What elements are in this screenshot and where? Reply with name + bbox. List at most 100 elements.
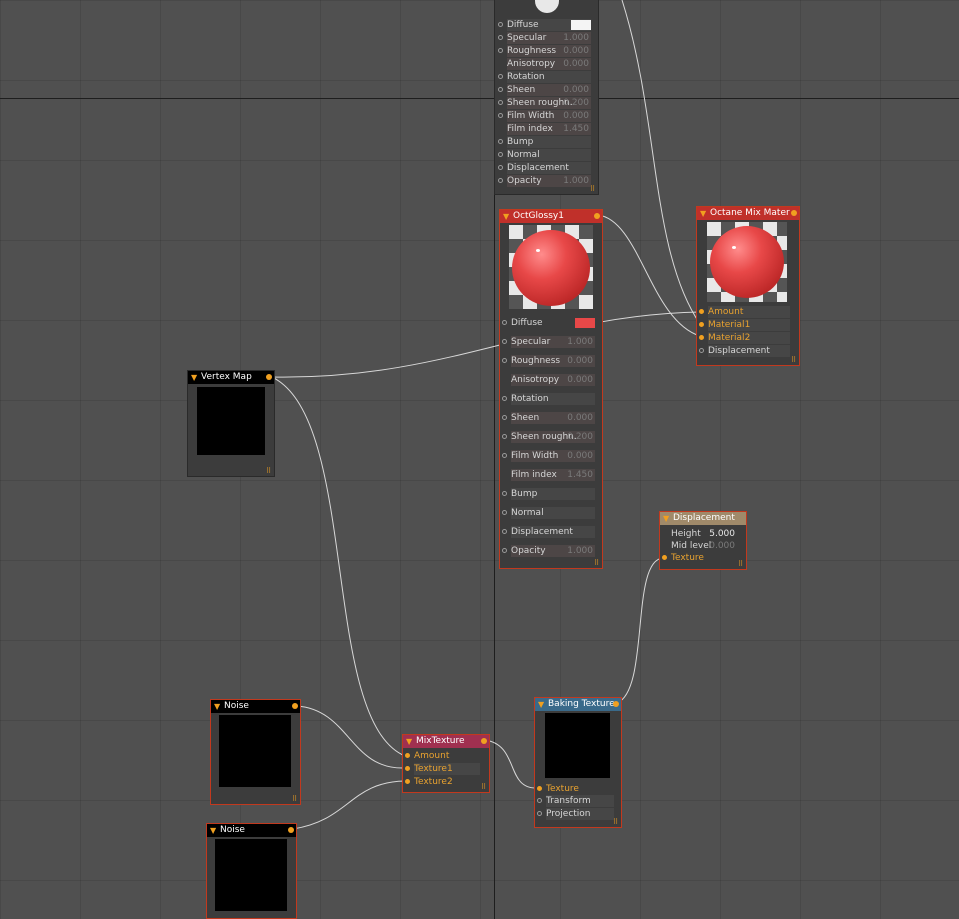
noise-node-1[interactable]: ▼ Noise ⠿ — [210, 699, 301, 805]
output-pin-icon[interactable] — [266, 374, 272, 380]
param-row[interactable]: Diffuse — [502, 317, 595, 329]
node-header[interactable]: ▼ MixTexture — [403, 735, 489, 748]
node-header[interactable]: ▼ Noise — [207, 824, 296, 837]
top-material-node[interactable]: Diffuse Specular 1.000 Roughness 0.000 A… — [494, 0, 599, 195]
mix-material-node[interactable]: ▼ Octane Mix Mater Amount Material1 Mate… — [696, 206, 800, 366]
node-header[interactable]: ▼ OctGlossy1 — [500, 210, 602, 223]
param-row[interactable]: Anisotropy 0.000 — [511, 374, 595, 386]
param-row[interactable]: Diffuse — [498, 19, 591, 31]
input-pin-icon[interactable] — [699, 322, 704, 327]
input-pin-icon[interactable] — [502, 529, 507, 534]
param-row[interactable]: Normal — [502, 507, 595, 519]
input-pin-icon[interactable] — [498, 165, 503, 170]
vertex-map-node[interactable]: ▼ Vertex Map ⠿ — [187, 370, 275, 477]
input-pin-icon[interactable] — [502, 320, 507, 325]
node-header[interactable]: ▼ Octane Mix Mater — [697, 207, 799, 220]
resize-grip-icon[interactable]: ⠿ — [481, 784, 487, 791]
resize-grip-icon[interactable]: ⠿ — [590, 186, 596, 193]
input-pin-icon[interactable] — [498, 74, 503, 79]
input-pin-icon[interactable] — [699, 309, 704, 314]
baking-texture-node[interactable]: ▼ Baking Texture Texture Transform Proje… — [534, 697, 622, 828]
output-pin-icon[interactable] — [292, 703, 298, 709]
input-transform[interactable]: Transform — [537, 795, 614, 807]
input-material2[interactable]: Material2 — [699, 332, 790, 344]
input-amount[interactable]: Amount — [405, 750, 480, 762]
input-pin-icon[interactable] — [502, 358, 507, 363]
resize-grip-icon[interactable]: ⠿ — [738, 561, 744, 568]
param-row[interactable]: Sheen 0.000 — [502, 412, 595, 424]
input-pin-icon[interactable] — [537, 811, 542, 816]
param-row[interactable]: Roughness 0.000 — [498, 45, 591, 57]
triangle-down-icon[interactable]: ▼ — [663, 512, 669, 525]
input-pin-icon[interactable] — [502, 415, 507, 420]
param-height[interactable]: Height 5.000 — [671, 528, 737, 540]
input-pin-icon[interactable] — [502, 396, 507, 401]
input-pin-icon[interactable] — [405, 766, 410, 771]
param-row[interactable]: Sheen roughn. 0.200 — [498, 97, 591, 109]
param-row[interactable]: Sheen 0.000 — [498, 84, 591, 96]
node-header[interactable]: ▼ Displacement — [660, 512, 746, 525]
param-row[interactable]: Opacity 1.000 — [502, 545, 595, 557]
param-row[interactable]: Film Width 0.000 — [498, 110, 591, 122]
input-texture[interactable]: Texture — [662, 552, 737, 564]
noise-node-2[interactable]: ▼ Noise — [206, 823, 297, 919]
input-pin-icon[interactable] — [502, 491, 507, 496]
param-row[interactable]: Rotation — [498, 71, 591, 83]
input-pin-icon[interactable] — [502, 453, 507, 458]
input-pin-icon[interactable] — [498, 87, 503, 92]
resize-grip-icon[interactable]: ⠿ — [266, 468, 272, 475]
mix-texture-node[interactable]: ▼ MixTexture Amount Texture1 Texture2 ⠿ — [402, 734, 490, 793]
triangle-down-icon[interactable]: ▼ — [538, 698, 544, 711]
input-pin-icon[interactable] — [502, 548, 507, 553]
input-pin-icon[interactable] — [498, 48, 503, 53]
param-row[interactable]: Normal — [498, 149, 591, 161]
triangle-down-icon[interactable]: ▼ — [210, 824, 216, 837]
output-pin-icon[interactable] — [613, 701, 619, 707]
param-row[interactable]: Rotation — [502, 393, 595, 405]
input-pin-icon[interactable] — [537, 786, 542, 791]
diffuse-color-swatch[interactable] — [575, 318, 595, 328]
input-pin-icon[interactable] — [699, 335, 704, 340]
triangle-down-icon[interactable]: ▼ — [503, 210, 509, 223]
input-texture2[interactable]: Texture2 — [405, 776, 480, 788]
node-header[interactable]: ▼ Baking Texture — [535, 698, 621, 711]
input-texture[interactable]: Texture — [537, 783, 614, 795]
input-pin-icon[interactable] — [502, 434, 507, 439]
input-pin-icon[interactable] — [405, 753, 410, 758]
param-row[interactable]: Displacement — [498, 162, 591, 174]
input-pin-icon[interactable] — [502, 339, 507, 344]
triangle-down-icon[interactable]: ▼ — [214, 700, 220, 713]
resize-grip-icon[interactable]: ⠿ — [613, 819, 619, 826]
input-pin-icon[interactable] — [498, 152, 503, 157]
input-pin-icon[interactable] — [498, 22, 503, 27]
resize-grip-icon[interactable]: ⠿ — [292, 796, 298, 803]
resize-grip-icon[interactable]: ⠿ — [594, 560, 600, 567]
diffuse-color-swatch[interactable] — [571, 20, 591, 30]
param-row[interactable]: Film index 1.450 — [511, 469, 595, 481]
param-row[interactable]: Specular 1.000 — [498, 32, 591, 44]
input-amount[interactable]: Amount — [699, 306, 790, 318]
param-row[interactable]: Bump — [498, 136, 591, 148]
param-row[interactable]: Film Width 0.000 — [502, 450, 595, 462]
triangle-down-icon[interactable]: ▼ — [406, 735, 412, 748]
param-row[interactable]: Bump — [502, 488, 595, 500]
input-pin-icon[interactable] — [502, 510, 507, 515]
param-row[interactable]: Anisotropy 0.000 — [507, 58, 591, 70]
output-pin-icon[interactable] — [481, 738, 487, 744]
output-pin-icon[interactable] — [594, 213, 600, 219]
input-pin-icon[interactable] — [498, 35, 503, 40]
param-row[interactable]: Sheen roughn. 0.200 — [502, 431, 595, 443]
param-mid-level[interactable]: Mid level 0.000 — [671, 540, 737, 552]
output-pin-icon[interactable] — [288, 827, 294, 833]
param-row[interactable]: Specular 1.000 — [502, 336, 595, 348]
param-row[interactable]: Opacity 1.000 — [498, 175, 591, 187]
displacement-node[interactable]: ▼ Displacement Height 5.000 Mid level 0.… — [659, 511, 747, 570]
output-pin-icon[interactable] — [791, 210, 797, 216]
input-projection[interactable]: Projection — [537, 808, 614, 820]
triangle-down-icon[interactable]: ▼ — [700, 207, 706, 220]
input-pin-icon[interactable] — [498, 139, 503, 144]
oct-glossy-node[interactable]: ▼ OctGlossy1 Diffuse Specular 1.000 Roug… — [499, 209, 603, 569]
input-material1[interactable]: Material1 — [699, 319, 790, 331]
param-row[interactable]: Film index 1.450 — [507, 123, 591, 135]
input-pin-icon[interactable] — [537, 798, 542, 803]
